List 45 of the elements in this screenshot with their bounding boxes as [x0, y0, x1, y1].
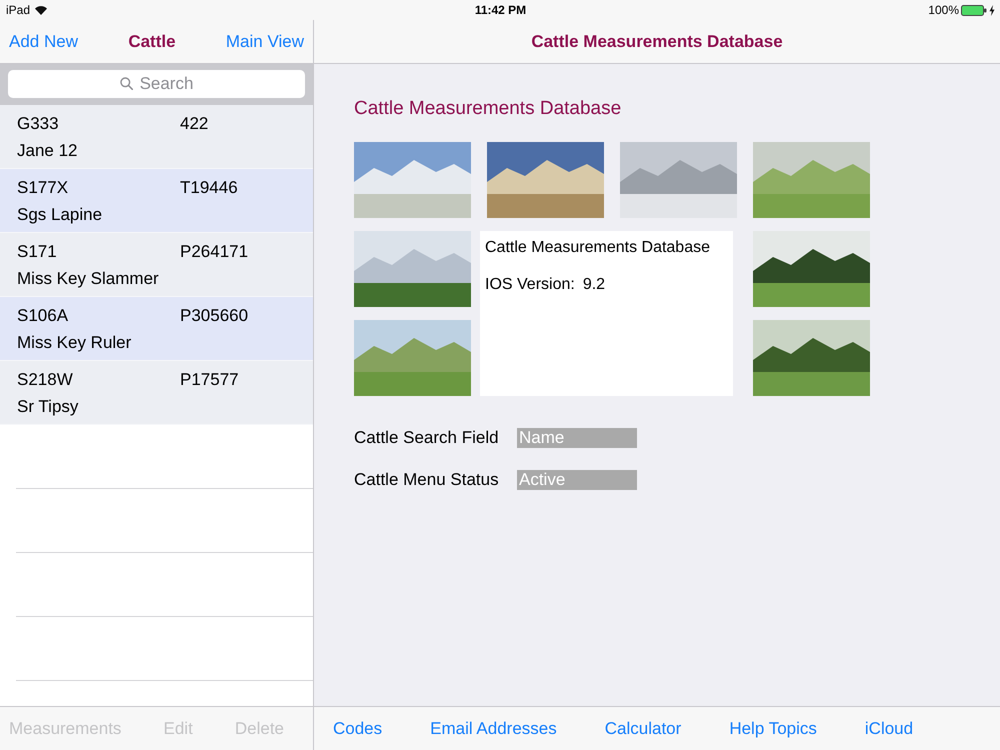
registration-number-text: P17577	[180, 369, 239, 391]
page-heading: Cattle Measurements Database	[354, 98, 622, 120]
toolbar-button[interactable]: Email Addresses	[430, 718, 557, 738]
nav-title: Cattle Measurements Database	[531, 32, 783, 52]
registration-number-text: P305660	[180, 305, 248, 327]
animal-id-text: G333	[17, 113, 59, 135]
registration-number-text: T19446	[180, 177, 238, 199]
charging-icon	[989, 4, 995, 16]
toolbar-button[interactable]: Calculator	[604, 718, 682, 738]
field-label: Cattle Menu Status	[354, 470, 500, 490]
list-row[interactable]: G333 422 Jane 12	[0, 105, 313, 169]
main-view-button[interactable]: Main View	[226, 32, 304, 52]
text-field[interactable]: Active	[517, 470, 637, 490]
animal-id-text: S106A	[17, 305, 68, 327]
animal-id-text: S177X	[17, 177, 68, 199]
registration-number-text: P264171	[180, 241, 248, 263]
animal-name-text: Jane 12	[17, 140, 78, 162]
version-value: 9.2	[582, 275, 606, 295]
toolbar-button[interactable]: Help Topics	[729, 718, 817, 738]
search-field[interactable]: Search	[8, 70, 305, 98]
search-icon	[120, 77, 133, 90]
battery-icon	[961, 4, 987, 16]
list-row[interactable]: S106A P305660 Miss Key Ruler	[0, 297, 313, 361]
list-row[interactable]: S171 P264171 Miss Key Slammer	[0, 233, 313, 297]
add-new-button[interactable]: Add New	[9, 32, 78, 52]
clock-time: 11:42 PM	[474, 3, 526, 17]
list-row[interactable]: S177X T19446 Sgs Lapine	[0, 169, 313, 233]
animal-id-text: S171	[17, 241, 57, 263]
version-label: IOS Version:	[485, 275, 575, 295]
animal-name-text: Miss Key Ruler	[17, 332, 132, 354]
carrier-label: iPad	[6, 3, 30, 17]
nav-title: Cattle	[128, 32, 176, 52]
animal-name-text: Sgs Lapine	[17, 204, 102, 226]
animal-name-text: Sr Tipsy	[17, 396, 78, 418]
toolbar-button[interactable]: iCloud	[864, 718, 914, 738]
toolbar-button[interactable]: Codes	[333, 718, 382, 738]
text-field[interactable]: Name	[517, 428, 637, 448]
field-label: Cattle Search Field	[354, 428, 500, 448]
animal-id-text: S218W	[17, 369, 73, 391]
wifi-icon	[35, 6, 48, 14]
registration-number-text: 422	[180, 113, 208, 135]
list-row[interactable]: S218W P17577 Sr Tipsy	[0, 361, 313, 425]
animal-name-text: Miss Key Slammer	[17, 268, 159, 290]
battery-percent: 100%	[928, 3, 959, 17]
info-title: Cattle Measurements Database	[485, 238, 710, 258]
